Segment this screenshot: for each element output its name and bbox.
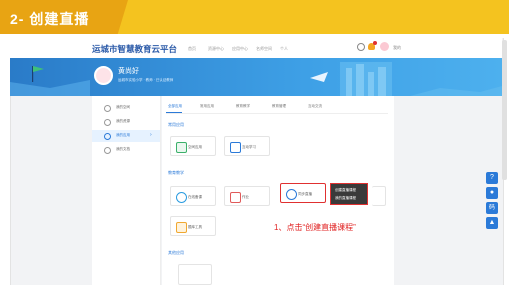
service-icon[interactable]: ● <box>486 187 498 199</box>
homework-icon <box>230 192 241 203</box>
profile-banner <box>10 58 502 96</box>
nav-item-teacher-space[interactable]: 名师空间 <box>256 46 272 52</box>
sidebar-item-apps[interactable]: 我的应用 › <box>92 130 160 142</box>
app-card-lesson-prep[interactable]: 在线备课 <box>170 186 216 206</box>
tab-divider <box>166 113 388 114</box>
globe-icon <box>176 192 187 203</box>
search-icon[interactable] <box>357 43 365 51</box>
app-card-partial[interactable] <box>178 264 212 285</box>
app-card-label: 空间应用 <box>188 145 202 149</box>
sidebar-item-label: 我的空间 <box>116 105 130 109</box>
banner-illustration <box>10 62 502 96</box>
sidebar-item-label: 我的文档 <box>116 147 130 151</box>
document-icon <box>104 147 111 154</box>
nav-item-apps[interactable]: 应用中心 <box>232 46 248 52</box>
app-card-live-broadcast[interactable]: 同步直播 <box>280 183 326 203</box>
section-title-other: 其他应用 <box>168 250 184 255</box>
nav-item-personal[interactable]: 个人 <box>280 46 288 52</box>
active-tab-indicator <box>166 112 182 113</box>
notification-badge <box>373 41 377 45</box>
user-menu-label[interactable]: 我的 <box>393 45 401 51</box>
section-title-common: 常用应用 <box>168 122 184 127</box>
layers-icon <box>176 142 187 153</box>
sidebar-item-resources[interactable]: 我的资源 <box>92 116 160 128</box>
question-bank-icon <box>176 222 187 233</box>
tab-common-apps[interactable]: 常用应用 <box>200 104 214 109</box>
app-card-label: 同步直播 <box>298 192 312 196</box>
instruction-annotation: 1、点击“创建直播课程” <box>274 223 356 232</box>
tab-management[interactable]: 教育管理 <box>272 104 286 109</box>
live-user-icon <box>286 189 297 200</box>
app-card-hidden <box>372 186 386 206</box>
app-card-label: 作业 <box>242 195 249 199</box>
tab-interaction[interactable]: 互动交流 <box>308 104 322 109</box>
avatar[interactable] <box>94 66 113 85</box>
app-card-label: 在线备课 <box>188 195 202 199</box>
chevron-right-icon: › <box>150 132 152 138</box>
menu-item-my-live[interactable]: 我的直播课程 <box>335 196 356 201</box>
live-dropdown-menu: 创建直播课程 我的直播课程 <box>330 183 368 205</box>
sidebar-item-label: 我的资源 <box>116 119 130 123</box>
app-card-space[interactable]: 空间应用 <box>170 136 216 156</box>
profile-school: 运城市实验小学 · 教师 · 已认证教师 <box>118 78 174 82</box>
scrollbar[interactable] <box>502 40 507 180</box>
tab-teaching[interactable]: 教育教学 <box>236 104 250 109</box>
slide-title: 2- 创建直播 <box>10 11 90 27</box>
sidebar-item-docs[interactable]: 我的文档 <box>92 144 160 156</box>
nav-item-resources[interactable]: 资源中心 <box>208 46 224 52</box>
apps-icon <box>104 133 111 140</box>
platform-logo[interactable]: 运城市智慧教育云平台 <box>92 43 177 55</box>
app-card-label: 题库工具 <box>188 225 202 229</box>
sidebar-item-label: 我的应用 <box>116 133 130 137</box>
app-card-question-bank[interactable]: 题库工具 <box>170 216 216 236</box>
space-icon <box>104 105 111 112</box>
sidebar-item-space[interactable]: 我的空间 <box>92 102 160 114</box>
user-avatar-small[interactable] <box>380 42 389 51</box>
resource-icon <box>104 119 111 126</box>
profile-name: 黄尚好 <box>118 68 139 75</box>
nav-item-home[interactable]: 首页 <box>188 46 196 52</box>
app-card-homework[interactable]: 作业 <box>224 186 270 206</box>
tab-all-apps[interactable]: 全部应用 <box>168 104 182 109</box>
section-title-teaching: 教育教学 <box>168 170 184 175</box>
screen-icon <box>230 142 241 153</box>
app-card-interactive[interactable]: 互动学习 <box>224 136 270 156</box>
back-to-top-icon[interactable]: ▲ <box>486 217 498 229</box>
qrcode-icon[interactable]: 码 <box>486 202 498 214</box>
app-card-label: 互动学习 <box>242 145 256 149</box>
menu-item-create-live[interactable]: 创建直播课程 <box>335 188 356 193</box>
help-icon[interactable]: ? <box>486 172 498 184</box>
